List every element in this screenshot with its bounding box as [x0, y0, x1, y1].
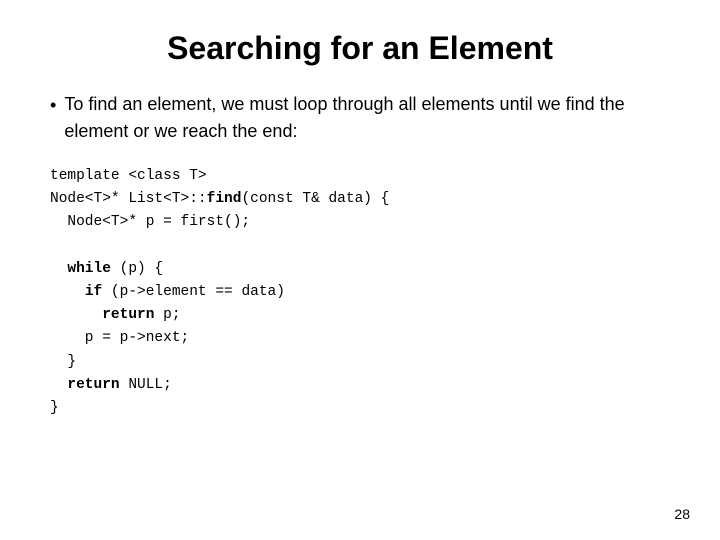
- code-keyword-while: while: [67, 261, 111, 277]
- bullet-section: • To find an element, we must loop throu…: [50, 91, 670, 145]
- bullet-text: To find an element, we must loop through…: [64, 91, 670, 145]
- code-line-9: }: [50, 354, 76, 370]
- code-keyword-return2: return: [67, 377, 119, 393]
- slide-title: Searching for an Element: [50, 30, 670, 67]
- bullet-item: • To find an element, we must loop throu…: [50, 91, 670, 145]
- code-line-10: return NULL;: [50, 377, 172, 393]
- code-line-3: Node<T>* p = first();: [50, 214, 250, 230]
- code-line-11: }: [50, 400, 59, 416]
- code-line-6: if (p->element == data): [50, 284, 285, 300]
- code-block: template <class T> Node<T>* List<T>::fin…: [50, 165, 670, 420]
- code-line-2: Node<T>* List<T>::find(const T& data) {: [50, 191, 389, 207]
- code-line-5: while (p) {: [50, 261, 163, 277]
- code-line-1: template <class T>: [50, 168, 207, 184]
- code-line-8: p = p->next;: [50, 330, 189, 346]
- code-keyword-if: if: [85, 284, 102, 300]
- page-number: 28: [674, 506, 690, 522]
- code-line-7: return p;: [50, 307, 181, 323]
- code-function-find: find: [207, 191, 242, 207]
- slide: Searching for an Element • To find an el…: [0, 0, 720, 540]
- bullet-dot: •: [50, 92, 56, 119]
- code-keyword-return1: return: [102, 307, 154, 323]
